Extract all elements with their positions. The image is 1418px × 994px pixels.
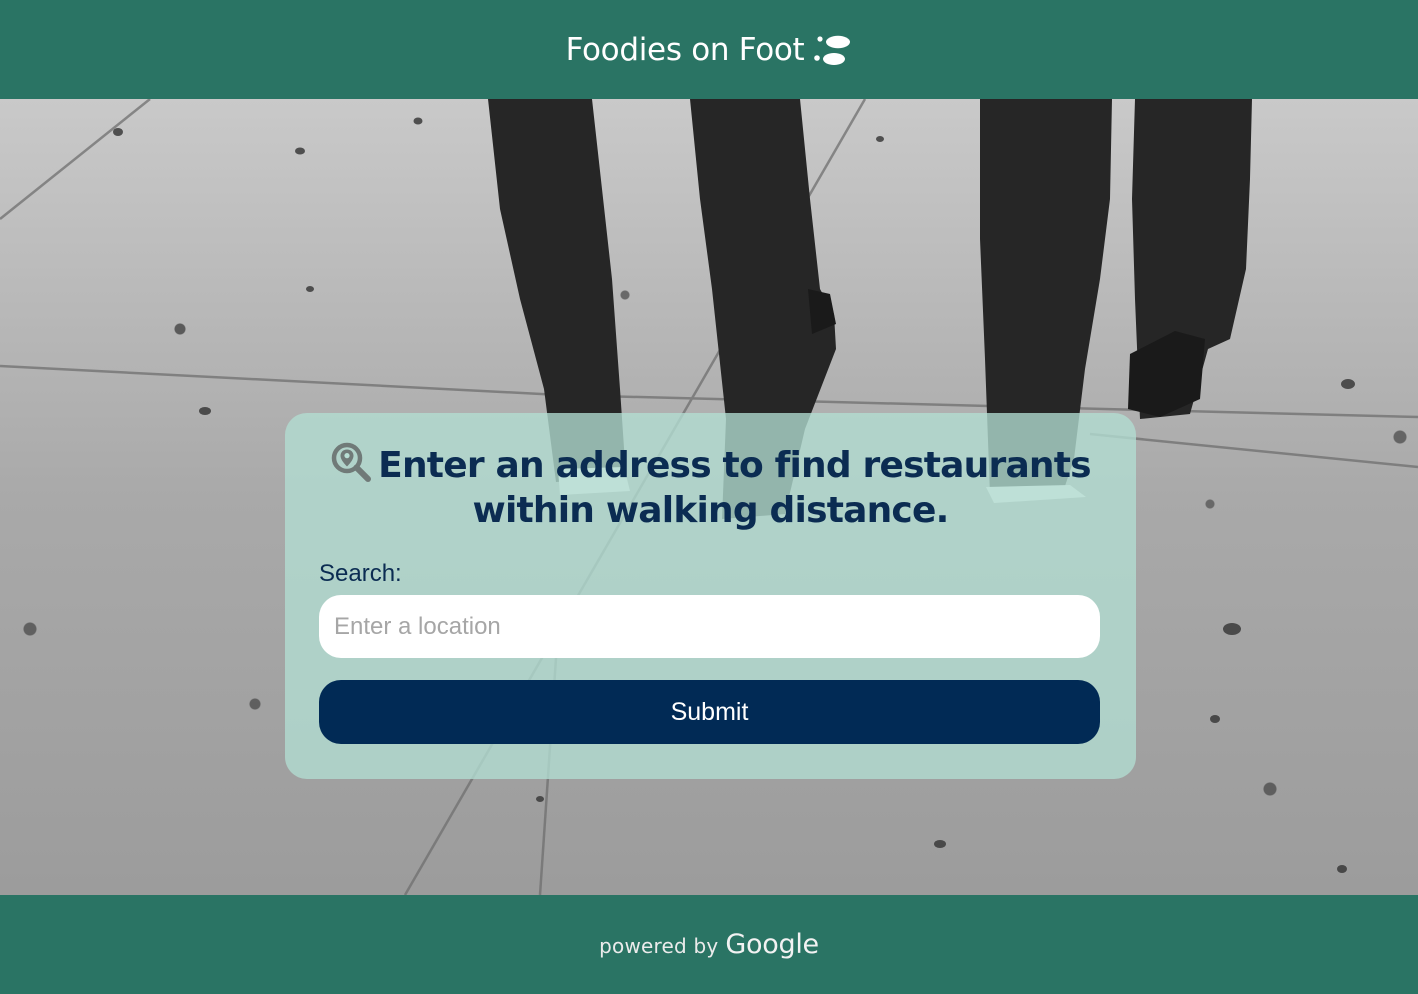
app-title: Foodies on Foot	[565, 31, 805, 68]
search-heading-text: Enter an address to find restaurants wit…	[378, 445, 1091, 531]
google-logo: Google	[725, 929, 819, 960]
powered-by-google: powered by Google	[599, 929, 819, 960]
search-card: Enter an address to find restaurants wit…	[285, 413, 1136, 779]
powered-by-text: powered by	[599, 934, 719, 958]
submit-button[interactable]: Submit	[319, 680, 1100, 744]
hero-section: Enter an address to find restaurants wit…	[0, 99, 1418, 895]
search-heading: Enter an address to find restaurants wit…	[315, 441, 1106, 533]
brand: Foodies on Foot	[566, 32, 853, 68]
app-header: Foodies on Foot	[0, 0, 1418, 99]
app-footer: powered by Google	[0, 895, 1418, 994]
search-label: Search:	[319, 560, 402, 587]
footsteps-icon	[814, 35, 851, 65]
map-search-icon	[331, 442, 372, 482]
location-input[interactable]	[319, 595, 1100, 658]
